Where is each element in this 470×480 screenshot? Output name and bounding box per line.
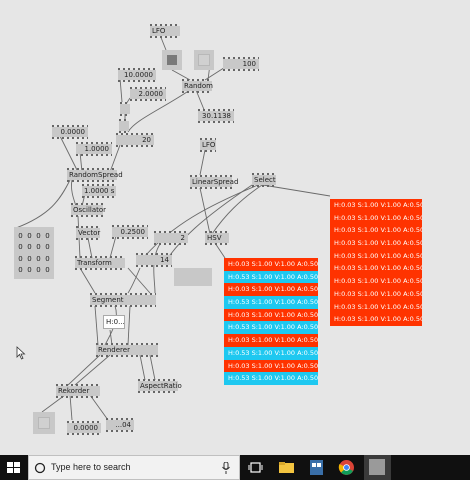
random-node[interactable]: Random [182, 79, 213, 93]
value-box-0[interactable]: 0.0000 [67, 421, 101, 435]
task-view-icon[interactable] [247, 459, 264, 476]
toggle-indicator [38, 417, 50, 429]
select-node[interactable]: Select [252, 173, 276, 187]
microphone-icon[interactable] [222, 462, 230, 474]
taskbar-search-box[interactable]: Type here to search [28, 455, 240, 480]
value-box-025[interactable]: 0.2500 [112, 225, 148, 239]
active-app-button[interactable] [364, 455, 391, 480]
value-box-1[interactable]: 1.0000 [76, 142, 112, 156]
color-row[interactable]: H:0.53 S:1.00 V:1.00 A:0.50 [224, 346, 318, 360]
renderer-node[interactable]: Renderer [96, 343, 158, 357]
toggle-indicator [167, 55, 177, 65]
matrix-cell[interactable]: 0 [25, 265, 34, 275]
color-row[interactable]: H:0.03 S:1.00 V:1.00 A:0.50 [224, 359, 318, 373]
value-box-2[interactable]: 2 [154, 231, 188, 245]
color-list-red[interactable]: H:0.03 S:1.00 V:1.00 A:0.50 H:0.03 S:1.00… [330, 199, 422, 326]
text-output: H:0... [103, 315, 125, 329]
value-box-04[interactable]: ...04 [106, 418, 134, 432]
search-icon [34, 462, 46, 474]
transform-node[interactable]: Transform [75, 256, 125, 270]
matrix-cell[interactable]: 0 [16, 231, 25, 241]
rekorder-label: Rekorder [58, 387, 90, 395]
color-row[interactable]: H:0.53 S:1.00 V:1.00 A:0.50 [224, 270, 318, 284]
color-row[interactable]: H:0.03 S:1.00 V:1.00 A:0.50 [224, 334, 318, 347]
color-row[interactable]: H:0.03 S:1.00 V:1.00 A:0.50 [330, 224, 422, 238]
bang-node[interactable] [194, 50, 214, 70]
matrix-cell[interactable]: 0 [16, 265, 25, 275]
color-row[interactable]: H:0.03 S:1.00 V:1.00 A:0.50 [330, 313, 422, 326]
taskbar: Type here to search [0, 455, 470, 480]
bang-indicator [198, 54, 210, 66]
segment-node[interactable]: Segment [90, 293, 156, 307]
chrome-icon[interactable] [338, 459, 355, 476]
toggle-node[interactable] [33, 412, 55, 434]
color-row[interactable]: H:0.03 S:1.00 V:1.00 A:0.50 [330, 249, 422, 263]
color-row[interactable]: H:0.03 S:1.00 V:1.00 A:0.50 [330, 287, 422, 301]
matrix-cell[interactable]: 0 [34, 254, 43, 264]
value-box-2[interactable]: 2.0000 [130, 87, 166, 101]
color-row[interactable]: H:0.03 S:1.00 V:1.00 A:0.50 [330, 237, 422, 250]
rekorder-node[interactable]: Rekorder [56, 384, 100, 398]
oscillator-node[interactable]: Oscillator [71, 203, 106, 217]
windows-start-icon[interactable] [5, 459, 22, 476]
toggle-node[interactable] [162, 50, 182, 70]
value-box-1s[interactable]: 1.0000 s [82, 184, 116, 198]
matrix-cell[interactable]: 0 [25, 242, 34, 252]
matrix-cell[interactable]: 0 [16, 242, 25, 252]
matrix-cell[interactable]: 0 [34, 265, 43, 275]
file-explorer-icon[interactable] [278, 459, 295, 476]
linear-spread-node[interactable]: LinearSpread [190, 175, 238, 189]
app-window-icon [369, 459, 385, 475]
search-placeholder: Type here to search [51, 462, 131, 472]
value-matrix[interactable]: 0000000000000000 [14, 227, 54, 279]
preview-box[interactable] [174, 268, 212, 286]
color-row[interactable]: H:0.03 S:1.00 V:1.00 A:0.50 [330, 300, 422, 314]
mouse-cursor-icon [16, 346, 26, 360]
hsv-node[interactable]: HSV [205, 231, 229, 245]
matrix-cell[interactable]: 0 [43, 265, 52, 275]
value-box-100[interactable]: 100 [223, 57, 259, 71]
value-box-10[interactable]: 10.0000 [118, 68, 156, 82]
lfo-node[interactable]: LFO [150, 24, 180, 38]
color-row[interactable]: H:0.03 S:1.00 V:1.00 A:0.50 [330, 275, 422, 288]
value-box-14[interactable]: 14 [136, 253, 172, 267]
small-op-node[interactable] [120, 102, 130, 116]
small-op-node[interactable] [119, 119, 129, 133]
matrix-cell[interactable]: 0 [25, 231, 34, 241]
color-row[interactable]: H:0.03 S:1.00 V:1.00 A:0.50 [224, 308, 318, 322]
matrix-cell[interactable]: 0 [43, 242, 52, 252]
matrix-cell[interactable]: 0 [16, 254, 25, 264]
matrix-cell[interactable]: 0 [25, 254, 34, 264]
aspect-ratio-node[interactable]: AspectRatio [138, 379, 182, 393]
vector-node[interactable]: Vector [76, 226, 100, 240]
color-row[interactable]: H:0.53 S:1.00 V:1.00 A:0.50 [224, 296, 318, 309]
color-row[interactable]: H:0.53 S:1.00 V:1.00 A:0.50 [224, 372, 318, 385]
color-list-mixed[interactable]: H:0.03 S:1.00 V:1.00 A:0.50 H:0.53 S:1.00… [224, 258, 318, 385]
matrix-cell[interactable]: 0 [34, 231, 43, 241]
value-box-20[interactable]: 20 [116, 133, 154, 147]
matrix-cell[interactable]: 0 [34, 242, 43, 252]
color-row[interactable]: H:0.03 S:1.00 V:1.00 A:0.50 [224, 258, 318, 271]
color-row[interactable]: H:0.03 S:1.00 V:1.00 A:0.50 [224, 283, 318, 297]
value-box-30[interactable]: 30.1138 [198, 109, 234, 123]
color-row[interactable]: H:0.53 S:1.00 V:1.00 A:0.50 [224, 321, 318, 335]
color-row[interactable]: H:0.03 S:1.00 V:1.00 A:0.50 [330, 199, 422, 212]
store-icon[interactable] [308, 459, 325, 476]
matrix-cell[interactable]: 0 [43, 231, 52, 241]
matrix-cell[interactable]: 0 [43, 254, 52, 264]
color-row[interactable]: H:0.03 S:1.00 V:1.00 A:0.50 [330, 211, 422, 225]
random-spread-node[interactable]: RandomSpread [67, 168, 123, 182]
lfo-node[interactable]: LFO [200, 138, 216, 152]
color-row[interactable]: H:0.03 S:1.00 V:1.00 A:0.50 [330, 262, 422, 276]
value-box-0[interactable]: 0.0000 [52, 125, 88, 139]
